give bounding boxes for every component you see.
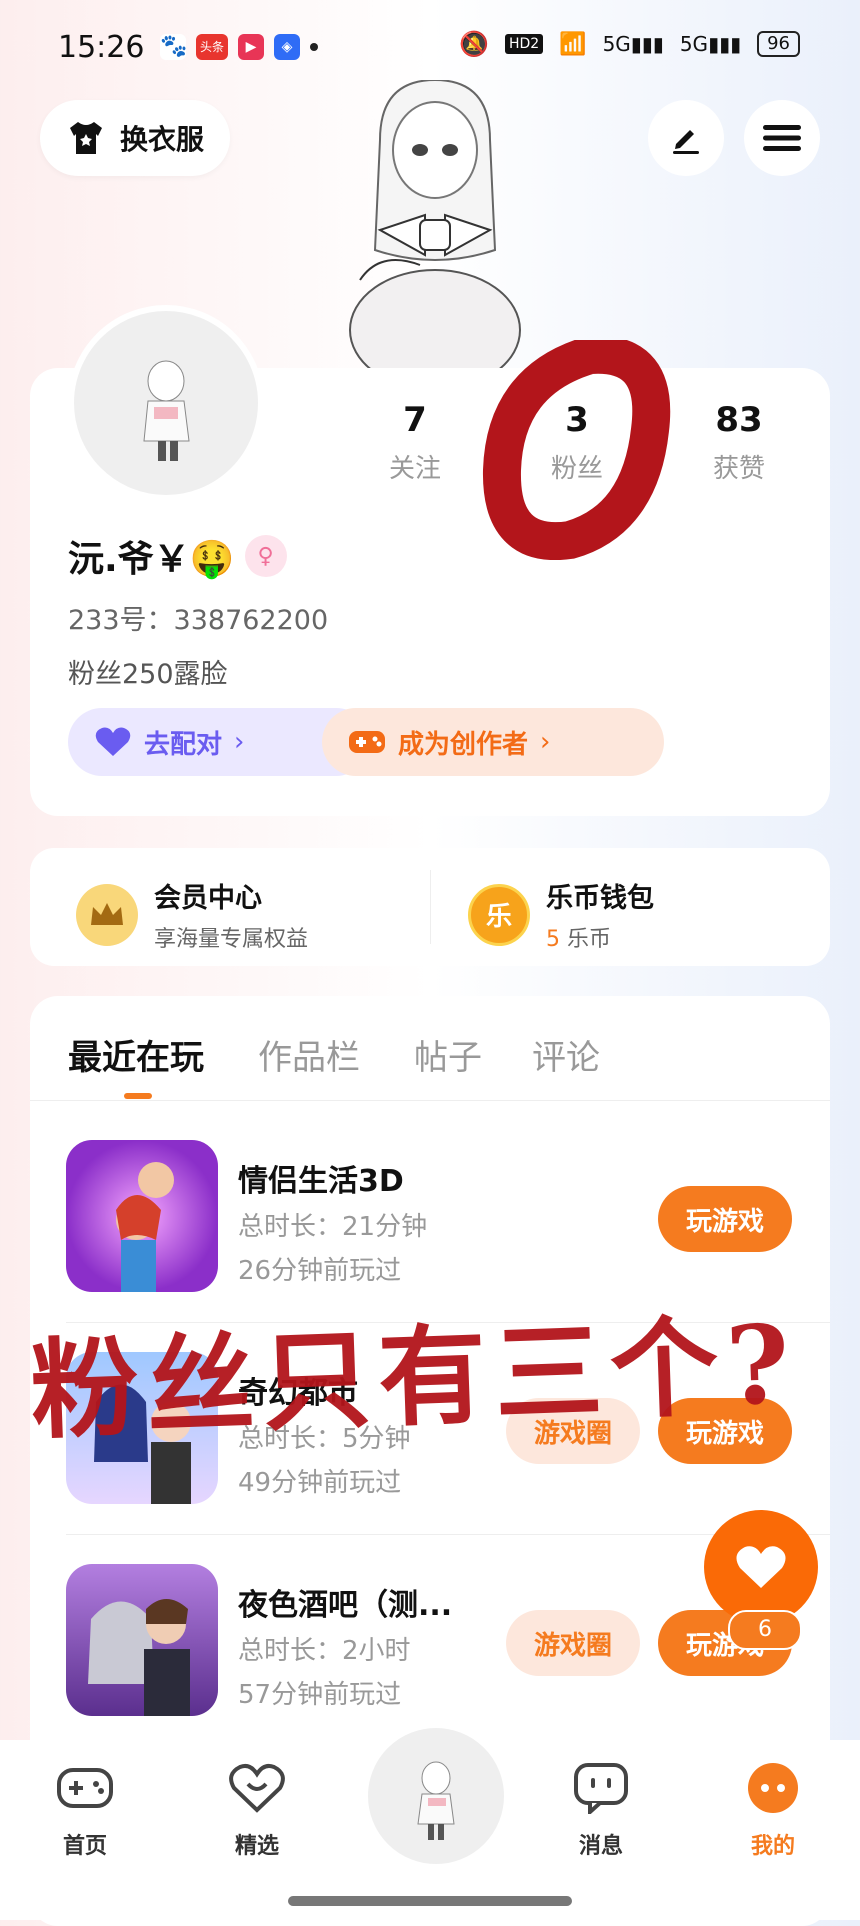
- menu-icon: [763, 125, 801, 151]
- video-app-icon: ▶: [238, 34, 264, 60]
- crown-icon: [76, 883, 138, 946]
- shield-app-icon: ◈: [274, 34, 300, 60]
- coin-unit: 乐币: [567, 927, 612, 952]
- coin-title: 乐币钱包: [546, 883, 654, 914]
- stat-following-value: 7: [403, 400, 427, 440]
- nav-home-label: 首页: [62, 1834, 107, 1859]
- nav-messages-label: 消息: [578, 1834, 623, 1859]
- vip-title: 会员中心: [154, 883, 262, 914]
- menu-button[interactable]: [744, 100, 820, 176]
- chevron-right-icon: ›: [234, 727, 245, 757]
- stat-likes[interactable]: 83 获赞: [684, 400, 794, 485]
- tab-posts[interactable]: 帖子: [414, 1030, 482, 1079]
- heart-icon: [95, 727, 131, 756]
- message-icon: [574, 1763, 628, 1817]
- profile-icon: [748, 1763, 798, 1813]
- dot-icon: [310, 43, 318, 51]
- status-indicators: 🔕 HD2 📶 5G▮▮▮ 5G▮▮▮ 96: [459, 30, 800, 58]
- tab-recent[interactable]: 最近在玩: [68, 1030, 204, 1079]
- chevron-right-icon: ›: [540, 727, 551, 757]
- stat-likes-value: 83: [715, 400, 763, 440]
- bio: 粉丝250露脸: [68, 659, 228, 690]
- stat-following-label: 关注: [388, 454, 441, 484]
- tshirt-icon: [69, 122, 102, 154]
- vip-center[interactable]: 会员中心 享海量专属权益: [76, 876, 308, 953]
- female-icon: ♀: [244, 535, 287, 577]
- hd-icon: HD2: [504, 34, 544, 54]
- tab-comments[interactable]: 评论: [532, 1030, 600, 1079]
- gamepad-icon: [349, 731, 385, 753]
- game-name: 情侣生活3D: [238, 1164, 404, 1199]
- annotation-circle: [482, 340, 671, 560]
- play-game-button[interactable]: 玩游戏: [658, 1186, 792, 1252]
- wardrobe-label: 换衣服: [119, 123, 204, 156]
- signal-2-icon: 5G▮▮▮: [679, 32, 742, 56]
- coin-wallet[interactable]: 乐 乐币钱包 5 乐币: [468, 876, 654, 953]
- annotation-overlay-text: 粉丝只有三个?: [28, 1301, 800, 1455]
- nav-me-label: 我的: [750, 1834, 795, 1859]
- mute-icon: 🔕: [459, 30, 489, 58]
- game-last-played: 26分钟前玩过: [238, 1256, 402, 1286]
- heart-chat-icon: [229, 1763, 285, 1813]
- nav-featured[interactable]: 精选: [212, 1762, 302, 1860]
- paw-app-icon: 🐾: [160, 34, 188, 60]
- nav-messages[interactable]: 消息: [556, 1762, 646, 1860]
- nav-featured-label: 精选: [234, 1834, 279, 1859]
- nav-avatar-button[interactable]: [362, 1722, 510, 1870]
- divider: [430, 870, 431, 944]
- status-time: 15:26: [58, 30, 145, 65]
- pencil-icon: [673, 130, 699, 154]
- divider: [30, 1100, 830, 1101]
- wifi-icon: 📶: [559, 31, 587, 57]
- home-indicator[interactable]: [288, 1896, 572, 1906]
- battery-icon: 96: [757, 31, 800, 57]
- game-name: 夜色酒吧（测...: [238, 1588, 453, 1623]
- nickname: 沅.爷￥🤑 ♀: [68, 530, 287, 582]
- game-duration: 总时长：2小时: [238, 1636, 411, 1666]
- stat-following[interactable]: 7 关注: [360, 400, 470, 485]
- floating-like-button[interactable]: [704, 1510, 818, 1624]
- creator-label: 成为创作者: [398, 729, 529, 760]
- avatar-mini-figure: [143, 360, 190, 461]
- status-app-icons: 🐾 头条 ▶ ◈: [160, 34, 318, 60]
- game-icon-couple-life[interactable]: [66, 1140, 218, 1292]
- avatar[interactable]: [68, 305, 264, 501]
- game-duration: 总时长：21分钟: [238, 1212, 428, 1242]
- avatar-mini-figure: [417, 1761, 455, 1840]
- edit-button[interactable]: [648, 100, 724, 176]
- signal-1-icon: 5G▮▮▮: [602, 32, 664, 56]
- heart-icon: [736, 1546, 786, 1588]
- coin-count: 5: [546, 927, 560, 952]
- coin-icon: 乐: [468, 883, 530, 946]
- game-last-played: 49分钟前玩过: [238, 1468, 402, 1498]
- game-circle-button[interactable]: 游戏圈: [506, 1610, 640, 1676]
- avatar-figure[interactable]: [320, 80, 550, 370]
- gamepad-icon: [57, 1768, 113, 1808]
- game-icon-night-bar[interactable]: [66, 1564, 218, 1716]
- pair-label: 去配对: [144, 729, 223, 760]
- toutiao-app-icon: 头条: [196, 34, 228, 60]
- wardrobe-button[interactable]: 换衣服: [40, 100, 230, 176]
- vip-subtitle: 享海量专属权益: [154, 927, 309, 952]
- nickname-text: 沅.爷￥🤑: [68, 539, 235, 580]
- like-count-badge: 6: [728, 1610, 802, 1650]
- tab-indicator: [124, 1093, 152, 1099]
- user-id: 233号：338762200: [68, 605, 329, 636]
- game-last-played: 57分钟前玩过: [238, 1680, 402, 1710]
- coin-balance: 5 乐币: [546, 921, 654, 953]
- tab-works[interactable]: 作品栏: [258, 1030, 360, 1079]
- become-creator-button[interactable]: 成为创作者 ›: [322, 708, 664, 776]
- nav-home[interactable]: 首页: [40, 1762, 130, 1860]
- nav-me[interactable]: 我的: [728, 1762, 818, 1860]
- stat-likes-label: 获赞: [712, 454, 765, 484]
